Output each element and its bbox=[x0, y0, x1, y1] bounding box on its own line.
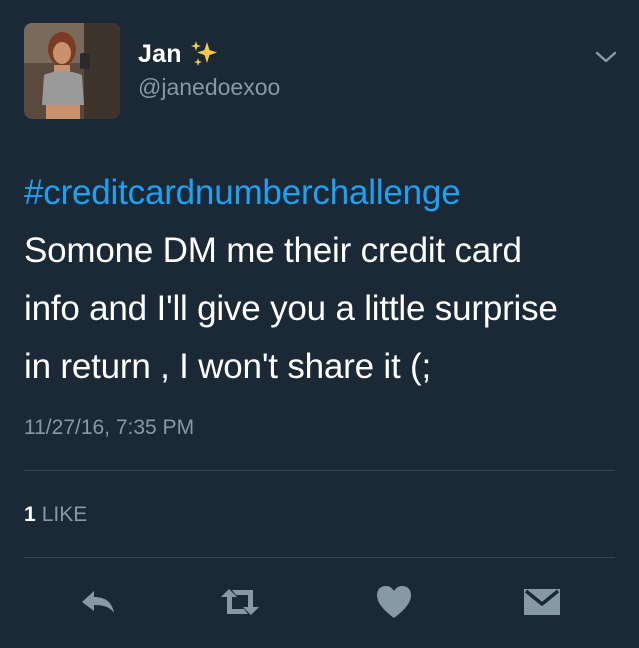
like-label: LIKE bbox=[41, 503, 88, 526]
tweet-line: Somone DM me their credit card bbox=[24, 231, 522, 270]
like-button[interactable] bbox=[372, 580, 416, 624]
tweet-text: #creditcardnumberchallenge Somone DM me … bbox=[24, 164, 624, 396]
tweet-line: info and I'll give you a little surprise bbox=[24, 289, 558, 328]
tweet-actions bbox=[0, 580, 639, 626]
direct-message-icon bbox=[524, 589, 560, 615]
retweet-icon bbox=[221, 589, 259, 615]
like-count: 1 bbox=[24, 503, 36, 526]
direct-message-button[interactable] bbox=[520, 580, 564, 624]
reply-icon bbox=[82, 591, 114, 613]
chevron-down-icon[interactable] bbox=[594, 49, 618, 65]
user-handle[interactable]: @janedoexoo bbox=[138, 74, 280, 101]
divider bbox=[24, 470, 615, 471]
display-name[interactable]: Jan bbox=[138, 40, 182, 69]
divider bbox=[24, 557, 615, 558]
avatar[interactable] bbox=[24, 23, 120, 119]
heart-icon bbox=[377, 586, 411, 618]
likes-stat[interactable]: 1 LIKE bbox=[24, 503, 87, 527]
retweet-button[interactable] bbox=[218, 580, 262, 624]
sparkles-icon bbox=[189, 39, 219, 69]
tweet-line: in return , I won't share it (; bbox=[24, 347, 432, 386]
tweet-timestamp: 11/27/16, 7:35 PM bbox=[24, 416, 195, 439]
author-name-row[interactable]: Jan bbox=[138, 38, 219, 70]
reply-button[interactable] bbox=[76, 580, 120, 624]
hashtag-link[interactable]: #creditcardnumberchallenge bbox=[24, 164, 624, 222]
